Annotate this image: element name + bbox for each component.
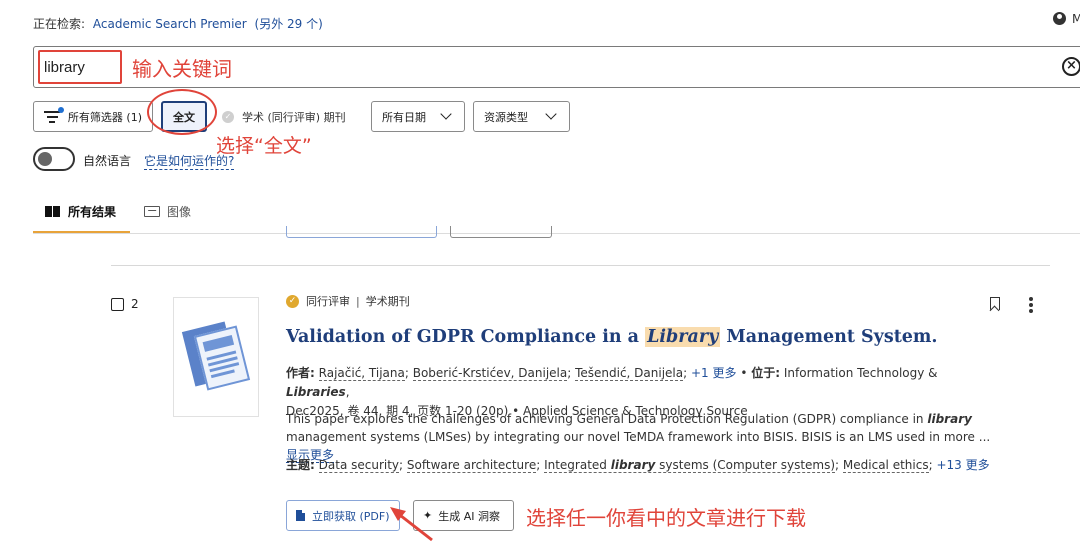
searching-line: 正在检索: Academic Search Premier (另外 29 个) <box>33 15 323 32</box>
title-text-end: Management System. <box>720 327 938 347</box>
annotation-arrow-icon <box>390 507 433 542</box>
title-text: Validation of GDPR Compliance in a <box>286 327 646 347</box>
subject-link[interactable]: Integrated library systems (Computer sys… <box>544 458 836 473</box>
image-icon <box>144 206 160 217</box>
tab-divider <box>33 233 1080 234</box>
natural-language-toggle[interactable] <box>33 147 75 171</box>
title-highlight: Library <box>645 327 721 347</box>
all-filters-button[interactable]: 所有筛选器 (1) <box>33 101 153 132</box>
tab-all-results[interactable]: 所有结果 <box>45 203 116 220</box>
searching-label: 正在检索: <box>33 17 86 31</box>
user-menu[interactable]: M <box>1053 12 1080 26</box>
tab-all-results-label: 所有结果 <box>68 205 117 219</box>
peer-reviewed-badge-icon: ✓ <box>286 294 299 308</box>
publication-type: 学术期刊 <box>365 295 410 308</box>
full-text-highlight-ellipse <box>147 89 217 135</box>
author-link[interactable]: Tešendić, Danijela <box>575 366 684 381</box>
authors-label: 作者: <box>286 366 315 380</box>
result-divider <box>111 265 1050 266</box>
user-initial: M <box>1072 12 1080 26</box>
bookmark-icon[interactable] <box>990 297 1000 310</box>
subject-link[interactable]: Software architecture <box>406 458 537 473</box>
result-number: 2 <box>131 297 139 311</box>
all-filters-label: 所有筛选器 (1) <box>67 110 142 124</box>
ai-insight-label: 生成 AI 洞察 <box>438 509 500 523</box>
tab-images[interactable]: 图像 <box>144 203 191 220</box>
all-dates-dropdown[interactable]: 所有日期 <box>371 101 465 132</box>
chevron-down-icon <box>440 108 452 120</box>
peer-reviewed-filter[interactable]: ✓ 学术 (同行评审) 期刊 <box>222 109 346 125</box>
subject-text: Integrated <box>544 458 611 472</box>
abstract-text-end: management systems (LMSes) by integratin… <box>286 430 991 444</box>
other-databases-link[interactable]: (另外 29 个) <box>255 17 323 31</box>
keyword-highlight-box <box>38 50 122 84</box>
source-name: Information Technology & <box>783 366 938 380</box>
source-type-dropdown[interactable]: 资源类型 <box>473 101 570 132</box>
subject-link[interactable]: Data security <box>318 458 400 473</box>
clear-search-icon[interactable]: × <box>1062 57 1080 76</box>
database-link[interactable]: Academic Search Premier <box>93 17 247 31</box>
filter-icon <box>44 106 64 124</box>
result-title[interactable]: Validation of GDPR Compliance in a Libra… <box>286 327 938 347</box>
subject-link[interactable]: Medical ethics <box>842 458 929 473</box>
abstract-highlight: library <box>927 412 972 426</box>
pdf-icon <box>296 510 305 521</box>
tab-images-label: 图像 <box>167 205 192 219</box>
peer-reviewed-label: 学术 (同行评审) 期刊 <box>242 111 346 124</box>
result-subjects: 主题: Data security; Software architecture… <box>286 458 990 473</box>
source-highlight: Libraries <box>286 385 346 399</box>
check-circle-icon: ✓ <box>222 111 234 123</box>
peer-reviewed-badge: 同行评审 <box>306 295 350 308</box>
natural-language-label: 自然语言 <box>83 154 132 168</box>
annotation-select-article: 选择任一你看中的文章进行下载 <box>526 506 806 530</box>
book-icon <box>45 206 60 217</box>
subjects-label: 主题: <box>286 458 315 472</box>
abstract-text: This paper explores the challenges of ac… <box>286 412 928 426</box>
more-authors-link[interactable]: +1 更多 <box>691 366 737 380</box>
get-pdf-label: 立即获取 (PDF) <box>312 509 390 523</box>
subject-text-end: systems (Computer systems) <box>655 458 836 472</box>
source-rest: , <box>345 385 350 399</box>
annotation-enter-keyword: 输入关键词 <box>132 57 232 81</box>
chevron-down-icon <box>545 108 557 120</box>
more-options-icon[interactable] <box>1029 297 1033 315</box>
author-link[interactable]: Boberić-Krstićev, Danijela <box>412 366 568 381</box>
subject-highlight: library <box>610 458 656 472</box>
source-type-label: 资源类型 <box>484 110 528 124</box>
located-label: 位于: <box>751 366 781 380</box>
user-icon <box>1053 12 1066 25</box>
previous-result-button-partial[interactable] <box>450 226 552 238</box>
search-results-page: 正在检索: Academic Search Premier (另外 29 个) … <box>0 0 1080 552</box>
all-dates-label: 所有日期 <box>382 110 426 124</box>
result-meta: ✓ 同行评审 | 学术期刊 <box>286 293 410 309</box>
more-subjects-link[interactable]: +13 更多 <box>936 458 989 472</box>
result-checkbox[interactable] <box>111 298 124 311</box>
author-link[interactable]: Rajačić, Tijana <box>318 366 405 381</box>
document-thumbnail[interactable] <box>173 297 259 417</box>
how-it-works-link[interactable]: 它是如何运作的? <box>144 152 235 170</box>
previous-result-button-partial[interactable] <box>286 226 437 238</box>
